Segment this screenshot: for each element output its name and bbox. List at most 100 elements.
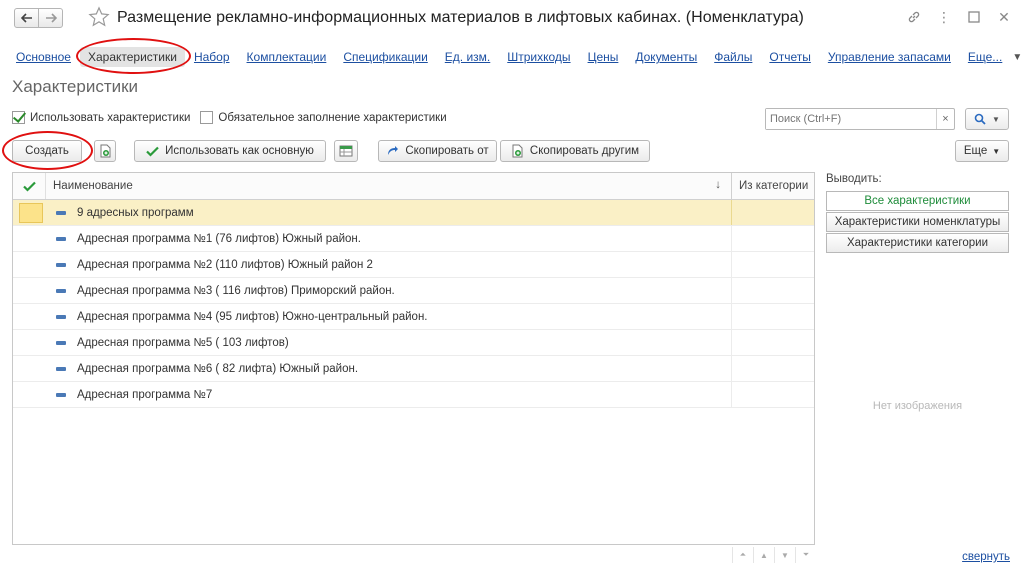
column-header-name-label: Наименование xyxy=(53,180,133,192)
chevron-down-icon: ▼ xyxy=(992,146,1001,156)
mandatory-fill-label: Обязательное заполнение характеристики xyxy=(218,111,447,124)
table-report-icon xyxy=(339,145,353,157)
tab-prices[interactable]: Цены xyxy=(588,50,619,64)
tab-stock-management[interactable]: Управление запасами xyxy=(828,50,951,64)
chevron-down-icon: ▼ xyxy=(992,114,1000,124)
table-row[interactable]: Адресная программа №6 ( 82 лифта) Южный … xyxy=(13,356,814,382)
table-row[interactable]: Адресная программа №3 ( 116 лифтов) Прим… xyxy=(13,278,814,304)
table-row[interactable]: Адресная программа №2 (110 лифтов) Южный… xyxy=(13,252,814,278)
item-dash-icon xyxy=(56,392,66,397)
tab-reports[interactable]: Отчеты xyxy=(769,50,810,64)
forward-button[interactable] xyxy=(38,8,63,28)
row-category-cell[interactable] xyxy=(732,304,814,329)
row-marker xyxy=(13,382,46,407)
row-category-cell[interactable] xyxy=(732,200,814,225)
chevron-down-icon[interactable]: ▼ xyxy=(1012,52,1022,63)
tabs-more-link[interactable]: Еще... xyxy=(968,50,1002,64)
favorite-star-icon[interactable] xyxy=(88,6,110,31)
row-name: Адресная программа №4 (95 лифтов) Южно-ц… xyxy=(77,310,428,323)
use-characteristics-label: Использовать характеристики xyxy=(30,111,191,124)
tab-bundles[interactable]: Комплектации xyxy=(247,50,327,64)
back-button[interactable] xyxy=(14,8,39,28)
copy-add-icon xyxy=(512,144,523,158)
use-as-main-button[interactable]: Использовать как основную xyxy=(134,140,326,162)
row-category-cell[interactable] xyxy=(732,278,814,303)
header-check-column[interactable] xyxy=(13,173,46,199)
use-as-main-label: Использовать как основную xyxy=(165,145,314,157)
row-marker xyxy=(13,226,46,251)
tab-units[interactable]: Ед. изм. xyxy=(445,50,490,64)
search-button[interactable]: ▼ xyxy=(965,108,1009,130)
tab-set[interactable]: Набор xyxy=(194,50,230,64)
scroll-bottom-icon[interactable]: ⏷ xyxy=(795,547,816,563)
close-icon[interactable]: ✕ xyxy=(996,9,1012,25)
row-name-cell[interactable]: 9 адресных программ xyxy=(46,200,732,225)
tab-files[interactable]: Файлы xyxy=(714,50,752,64)
tab-documents[interactable]: Документы xyxy=(635,50,697,64)
scroll-up-icon[interactable]: ▲ xyxy=(753,547,774,563)
row-marker xyxy=(13,356,46,381)
search-field[interactable]: × xyxy=(765,108,955,130)
table-row[interactable]: Адресная программа №4 (95 лифтов) Южно-ц… xyxy=(13,304,814,330)
item-dash-icon xyxy=(56,236,66,241)
filter-all-characteristics-button[interactable]: Все характеристики xyxy=(826,191,1009,211)
row-category-cell[interactable] xyxy=(732,226,814,251)
row-marker xyxy=(13,252,46,277)
create-copy-button[interactable] xyxy=(94,140,116,162)
maximize-icon[interactable] xyxy=(966,9,982,25)
tab-characteristics[interactable]: Характеристики xyxy=(79,47,185,67)
report-button[interactable] xyxy=(334,140,358,162)
row-category-cell[interactable] xyxy=(732,356,814,381)
table-row[interactable]: Адресная программа №5 ( 103 лифтов) xyxy=(13,330,814,356)
create-button-label: Создать xyxy=(25,145,69,157)
row-category-cell[interactable] xyxy=(732,382,814,407)
checkmark-icon xyxy=(146,146,159,157)
copy-to-others-label: Скопировать другим xyxy=(529,145,640,157)
row-name-cell[interactable]: Адресная программа №4 (95 лифтов) Южно-ц… xyxy=(46,304,732,329)
mandatory-fill-checkbox[interactable] xyxy=(200,111,214,124)
row-name: Адресная программа №2 (110 лифтов) Южный… xyxy=(77,258,373,271)
use-characteristics-option[interactable]: Использовать характеристики Обязательное… xyxy=(12,111,447,124)
tab-main[interactable]: Основное xyxy=(16,50,71,64)
tab-specifications[interactable]: Спецификации xyxy=(343,50,427,64)
table-scroll-controls: ⏶ ▲ ▼ ⏷ xyxy=(732,547,816,563)
clear-icon[interactable]: × xyxy=(936,109,954,129)
copy-add-icon xyxy=(100,144,110,158)
row-name: Адресная программа №3 ( 116 лифтов) Прим… xyxy=(77,284,395,297)
copy-to-others-button[interactable]: Скопировать другим xyxy=(500,140,650,162)
arrow-left-icon xyxy=(20,13,32,23)
copy-from-label: Скопировать от xyxy=(405,145,489,157)
scroll-top-icon[interactable]: ⏶ xyxy=(732,547,753,563)
section-title: Характеристики xyxy=(12,77,139,96)
search-input[interactable] xyxy=(766,109,936,129)
row-name-cell[interactable]: Адресная программа №6 ( 82 лифта) Южный … xyxy=(46,356,732,381)
tab-barcodes[interactable]: Штрихкоды xyxy=(507,50,570,64)
row-name-cell[interactable]: Адресная программа №1 (76 лифтов) Южный … xyxy=(46,226,732,251)
toolbar-more-button[interactable]: Еще ▼ xyxy=(955,140,1009,162)
selection-marker xyxy=(18,202,43,223)
row-name: 9 адресных программ xyxy=(77,206,194,219)
scroll-down-icon[interactable]: ▼ xyxy=(774,547,795,563)
column-header-name[interactable]: Наименование ↓ xyxy=(46,173,732,199)
row-category-cell[interactable] xyxy=(732,252,814,277)
use-characteristics-checkbox[interactable] xyxy=(12,111,25,124)
link-icon[interactable] xyxy=(906,9,922,25)
more-vertical-icon[interactable]: ⋮ xyxy=(936,9,952,25)
filter-category-characteristics-button[interactable]: Характеристики категории xyxy=(826,233,1009,253)
collapse-link[interactable]: свернуть xyxy=(962,551,1010,563)
column-header-category[interactable]: Из категории xyxy=(732,173,814,199)
table-row[interactable]: Адресная программа №7 xyxy=(13,382,814,408)
table-row[interactable]: 9 адресных программ xyxy=(13,200,814,226)
row-name-cell[interactable]: Адресная программа №2 (110 лифтов) Южный… xyxy=(46,252,732,277)
table-header: Наименование ↓ Из категории xyxy=(13,173,814,200)
filter-item-characteristics-button[interactable]: Характеристики номенклатуры xyxy=(826,212,1009,232)
row-category-cell[interactable] xyxy=(732,330,814,355)
row-name-cell[interactable]: Адресная программа №3 ( 116 лифтов) Прим… xyxy=(46,278,732,303)
table-row[interactable]: Адресная программа №1 (76 лифтов) Южный … xyxy=(13,226,814,252)
create-button[interactable]: Создать xyxy=(12,140,82,162)
row-name: Адресная программа №5 ( 103 лифтов) xyxy=(77,336,289,349)
row-name-cell[interactable]: Адресная программа №5 ( 103 лифтов) xyxy=(46,330,732,355)
item-dash-icon xyxy=(56,340,66,345)
row-name-cell[interactable]: Адресная программа №7 xyxy=(46,382,732,407)
copy-from-button[interactable]: Скопировать от xyxy=(378,140,497,162)
